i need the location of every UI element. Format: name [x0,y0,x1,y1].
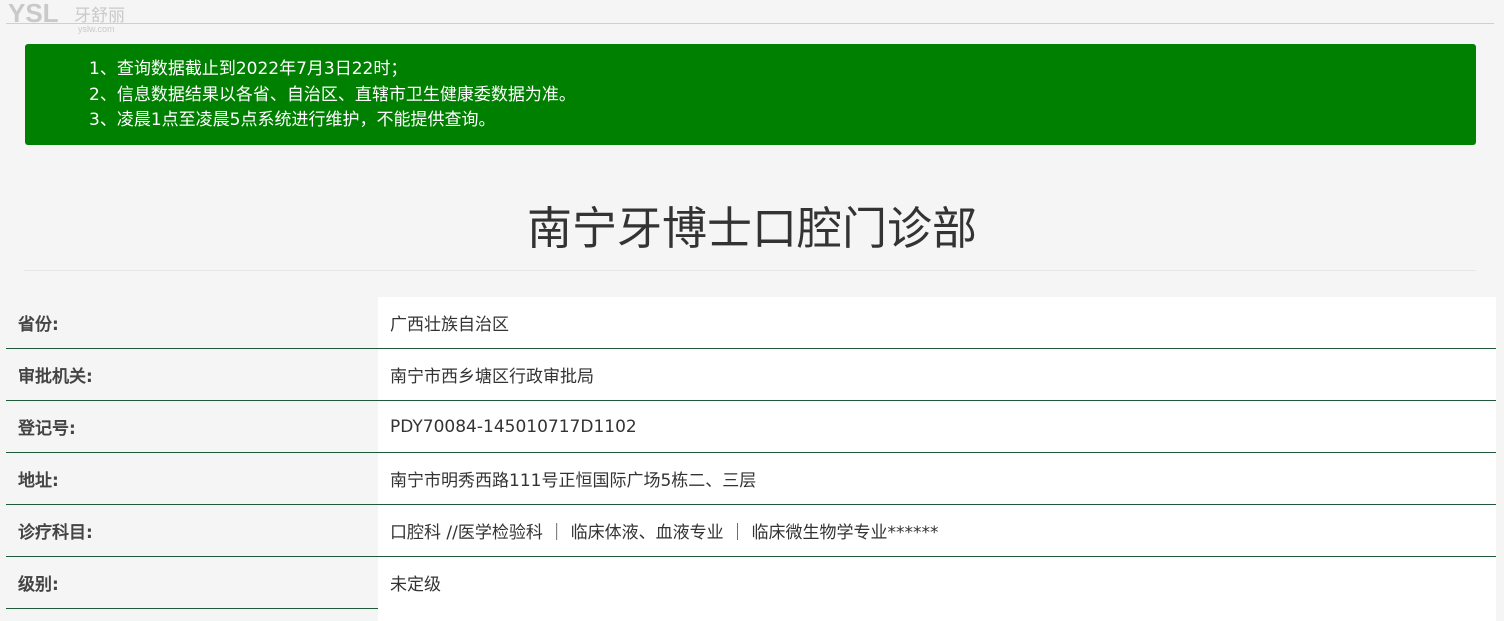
table-continuation [378,608,1496,621]
table-row: 地址: 南宁市明秀西路111号正恒国际广场5栋二、三层 [6,453,1496,505]
header-divider [6,23,1494,24]
row-label: 登记号: [6,401,378,452]
row-value: 南宁市西乡塘区行政审批局 [378,349,1496,400]
table-row: 级别: 未定级 [6,557,1496,609]
row-label: 地址: [6,453,378,504]
details-table: 省份: 广西壮族自治区 审批机关: 南宁市西乡塘区行政审批局 登记号: PDY7… [6,297,1496,609]
row-value: 广西壮族自治区 [378,297,1496,348]
title-divider [24,270,1476,271]
page-title: 南宁牙博士口腔门诊部 [526,202,977,255]
table-row: 省份: 广西壮族自治区 [6,297,1496,349]
table-row: 诊疗科目: 口腔科 //医学检验科 ｜ 临床体液、血液专业 ｜ 临床微生物学专业… [6,505,1496,557]
logo-brand: YSL [8,0,59,28]
notice-line: 2、信息数据结果以各省、自治区、直辖市卫生健康委数据为准。 [89,84,576,105]
notice-line: 1、查询数据截止到2022年7月3日22时； [89,59,408,79]
notice-line: 3、凌晨1点至凌晨5点系统进行维护，不能提供查询。 [89,110,496,130]
row-value: PDY70084-145010717D1102 [378,401,1496,452]
row-label: 省份: [6,297,378,348]
site-logo[interactable]: YSL 牙舒丽 yslw.com [8,0,138,34]
row-value: 口腔科 //医学检验科 ｜ 临床体液、血液专业 ｜ 临床微生物学专业****** [378,505,1496,556]
row-value: 未定级 [378,557,1496,608]
table-row: 登记号: PDY70084-145010717D1102 [6,401,1496,453]
row-label: 审批机关: [6,349,378,400]
row-label: 级别: [6,557,378,608]
logo-domain: yslw.com [78,24,115,34]
notice-banner: 1、查询数据截止到2022年7月3日22时； 2、信息数据结果以各省、自治区、直… [25,44,1476,145]
table-row: 审批机关: 南宁市西乡塘区行政审批局 [6,349,1496,401]
row-value: 南宁市明秀西路111号正恒国际广场5栋二、三层 [378,453,1496,504]
row-label: 诊疗科目: [6,505,378,556]
